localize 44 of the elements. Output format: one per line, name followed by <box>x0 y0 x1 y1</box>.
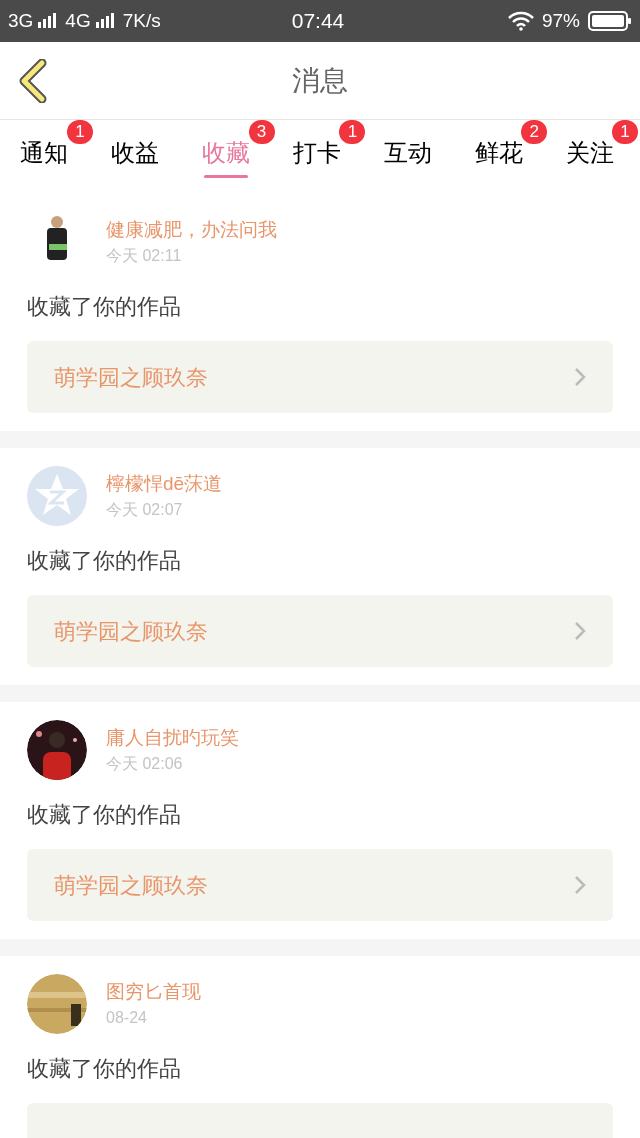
tab[interactable]: 打卡 1 <box>274 120 366 182</box>
message-text: 收藏了你的作品 <box>27 293 182 321</box>
user-name[interactable]: 健康减肥，办法问我 <box>106 215 277 245</box>
work-title: 萌学园之顾玖奈 <box>54 363 208 392</box>
work-card[interactable]: 萌学园之顾玖奈 <box>27 595 613 667</box>
count-badge: 1 <box>339 120 366 144</box>
battery-icon <box>588 11 632 31</box>
message-text: 收藏了你的作品 <box>27 547 182 575</box>
message-text: 收藏了你的作品 <box>27 801 182 829</box>
tab[interactable]: 关注 1 <box>547 120 638 182</box>
tab[interactable]: 收藏 3 <box>183 120 275 182</box>
work-title: 萌学园之顾玖奈 <box>54 871 208 900</box>
tab[interactable]: 通知 1 <box>2 120 93 182</box>
count-badge: 3 <box>248 120 275 144</box>
wifi-icon <box>507 11 534 31</box>
timestamp: 今天 02:11 <box>106 246 183 267</box>
network-label: 3G <box>8 8 34 33</box>
tab[interactable]: 互动 <box>365 120 457 182</box>
work-card[interactable]: 萌学园之顾玖奈 <box>27 849 613 921</box>
message-text: 收藏了你的作品 <box>27 1055 182 1083</box>
clock: 07:44 <box>290 8 346 35</box>
tab[interactable]: 鲜花 2 <box>456 120 548 182</box>
work-card[interactable]: 萌学园之顾玖奈 <box>27 341 613 413</box>
chevron-right-icon <box>574 367 586 387</box>
timestamp: 08-24 <box>106 1008 148 1029</box>
signal-icon <box>94 13 115 29</box>
network-label: 4G <box>65 8 91 33</box>
user-name[interactable]: 图穷匕首现 <box>106 977 201 1007</box>
count-badge: 1 <box>66 120 93 144</box>
chevron-right-icon <box>574 621 586 641</box>
chevron-right-icon <box>574 875 586 895</box>
battery-percent: 97% <box>541 8 580 33</box>
timestamp: 今天 02:06 <box>106 754 184 775</box>
timestamp: 今天 02:07 <box>106 500 184 521</box>
default-avatar-icon <box>27 466 87 526</box>
page-title: 消息 <box>292 63 348 98</box>
tab[interactable]: 收益 <box>92 120 184 182</box>
speed-label: 7K/s <box>122 8 161 33</box>
user-name[interactable]: 庸人自扰旳玩笑 <box>106 723 239 753</box>
count-badge: 2 <box>521 120 548 144</box>
signal-icon <box>37 13 58 29</box>
work-title: 萌学园之顾玖奈 <box>54 617 208 646</box>
count-badge: 1 <box>612 120 638 144</box>
user-name[interactable]: 檸檬悍dē莯道 <box>106 469 223 499</box>
